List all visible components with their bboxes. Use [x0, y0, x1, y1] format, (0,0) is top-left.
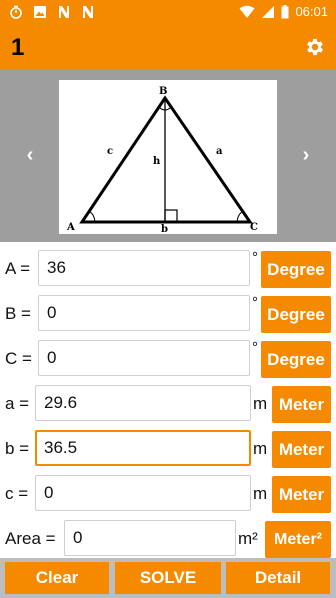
battery-icon [281, 4, 289, 18]
page-title: 1 [11, 34, 25, 61]
angle-b-unit: ° [252, 294, 258, 311]
side-b-row: b = 36.5 m Meter [0, 427, 336, 472]
vertex-c-label: C [250, 222, 258, 233]
bottom-action-bar: Clear SOLVE Detail [0, 558, 336, 598]
angle-a-row: A = 36 ° Degree [0, 247, 336, 292]
signal-icon [262, 5, 275, 18]
area-unit: m² [238, 529, 258, 548]
angle-b-label: B = [5, 304, 31, 323]
side-c-input[interactable]: 0 [35, 475, 251, 511]
area-label: Area = [5, 529, 56, 548]
side-a-row: a = 29.6 m Meter [0, 382, 336, 427]
previous-image-button[interactable]: ‹ [21, 144, 39, 166]
angle-b-row: B = 0 ° Degree [0, 292, 336, 337]
vertex-a-label: A [66, 222, 75, 233]
detail-button[interactable]: Detail [226, 562, 330, 594]
side-a-unit-button[interactable]: Meter [272, 386, 331, 423]
vertex-b-label: B [159, 86, 167, 97]
area-row: Area = 0 m² Meter² [0, 517, 336, 562]
timer-icon [8, 4, 24, 20]
angle-c-unit-button[interactable]: Degree [261, 341, 331, 378]
side-a-label: a = [5, 394, 30, 413]
angle-a-unit: ° [252, 249, 258, 266]
height-label: h [153, 156, 161, 167]
angle-b-unit-button[interactable]: Degree [261, 296, 331, 333]
side-a-label: a [216, 146, 223, 157]
status-left-icons [8, 4, 96, 20]
angle-b-input[interactable]: 0 [38, 295, 250, 331]
angle-c-input[interactable]: 0 [38, 340, 250, 376]
side-b-label: b = [5, 439, 30, 458]
angle-c-unit: ° [252, 339, 258, 356]
angle-a-unit-button[interactable]: Degree [261, 251, 331, 288]
notification-n-icon [56, 4, 72, 20]
app-bar: 1 [0, 24, 336, 70]
gear-icon[interactable] [304, 36, 326, 58]
angle-c-row: C = 0 ° Degree [0, 337, 336, 382]
clear-button[interactable]: Clear [5, 562, 109, 594]
side-c-unit: m [253, 484, 268, 503]
angle-a-input[interactable]: 36 [38, 250, 250, 286]
triangle-diagram: B A C c a b h [59, 80, 277, 235]
solve-button[interactable]: SOLVE [115, 562, 221, 594]
side-b-unit: m [253, 439, 268, 458]
status-right: 06:01 [239, 4, 328, 19]
status-bar: 06:01 [0, 0, 336, 24]
angle-c-label: C = [5, 349, 32, 368]
side-a-input[interactable]: 29.6 [35, 385, 251, 421]
angle-a-label: A = [5, 259, 31, 278]
wifi-icon [239, 5, 255, 18]
area-input[interactable]: 0 [64, 520, 236, 556]
side-c-unit-button[interactable]: Meter [272, 476, 331, 513]
side-c-label: c = [5, 484, 29, 503]
side-c-row: c = 0 m Meter [0, 472, 336, 517]
side-b-label: b [161, 224, 168, 234]
side-b-input[interactable]: 36.5 [35, 430, 251, 466]
image-icon [32, 4, 48, 20]
notification-n-icon [80, 4, 96, 20]
status-time: 06:01 [295, 4, 328, 19]
side-c-label: c [107, 146, 113, 157]
side-b-unit-button[interactable]: Meter [272, 431, 331, 468]
next-image-button[interactable]: › [297, 144, 315, 166]
side-a-unit: m [253, 394, 268, 413]
image-carousel: ‹ B A C c a b h › [0, 70, 336, 242]
area-unit-button[interactable]: Meter² [265, 521, 331, 558]
